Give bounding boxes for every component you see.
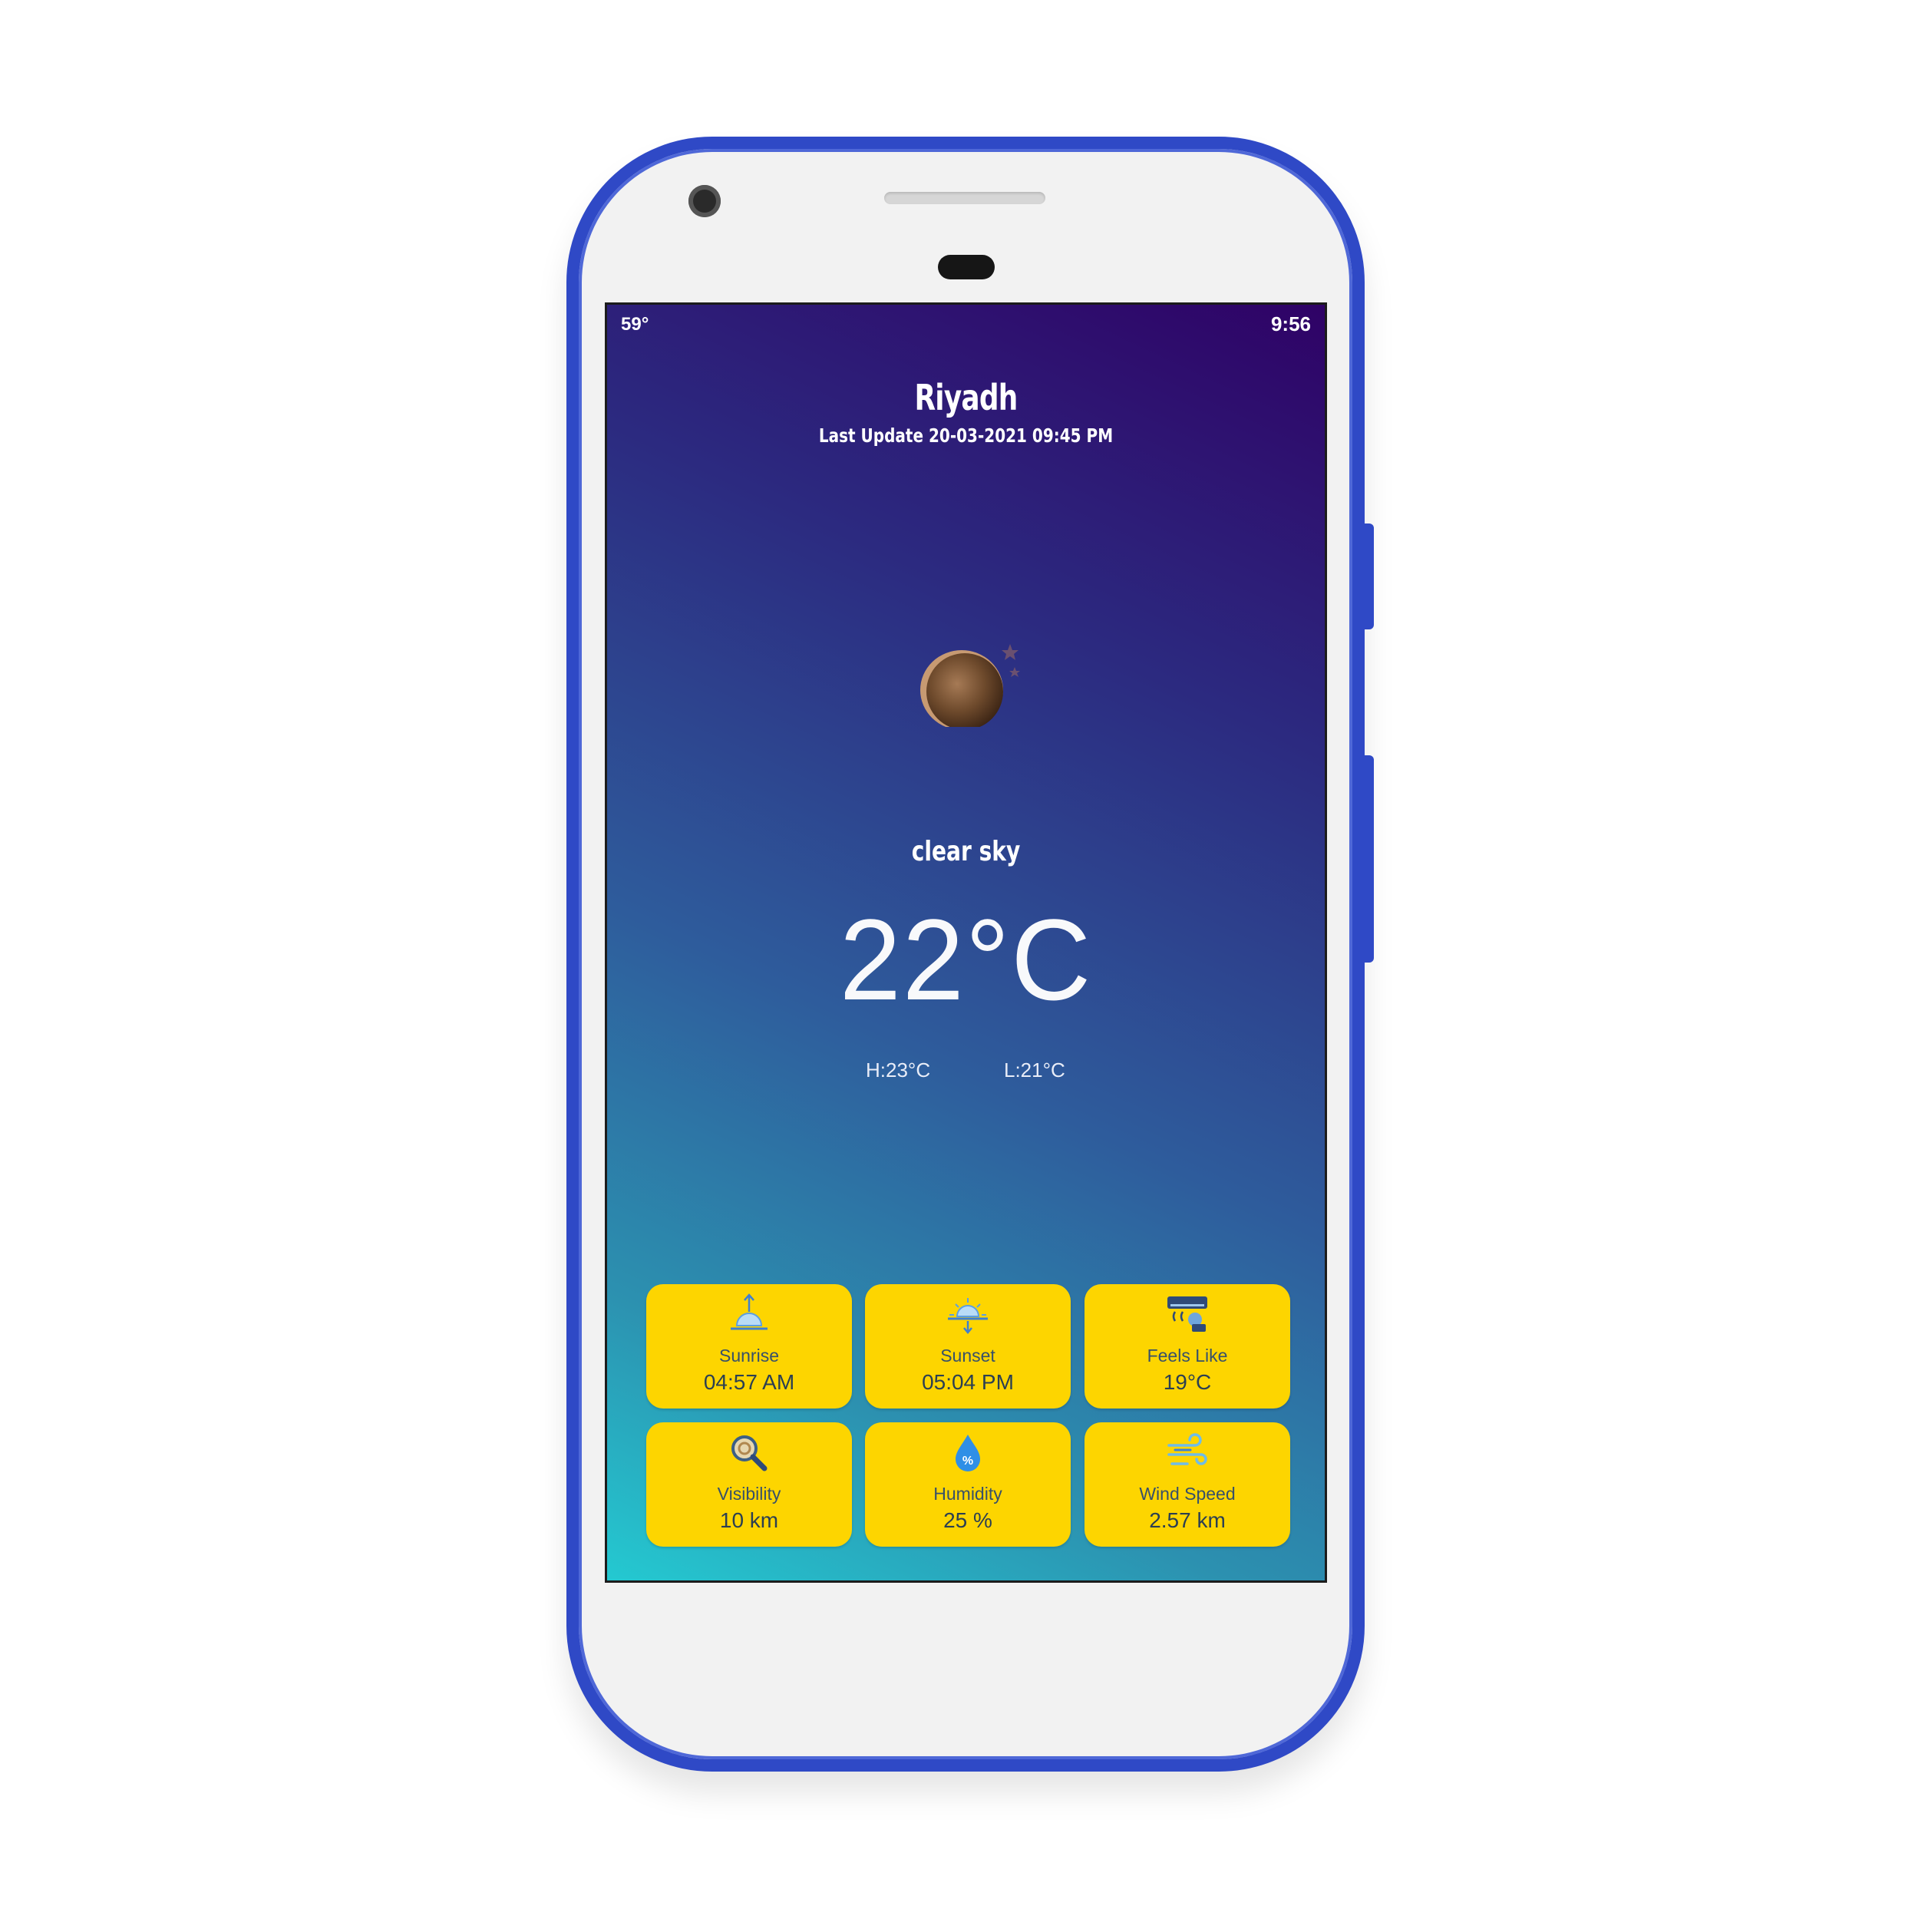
wind-speed-value: 2.57 km: [1149, 1508, 1226, 1532]
speaker-grille: [884, 192, 1045, 204]
earpiece: [938, 255, 995, 279]
volume-button: [1363, 755, 1374, 963]
visibility-label: Visibility: [717, 1484, 781, 1504]
city-name: Riyadh: [914, 377, 1018, 418]
tile-sunrise[interactable]: Sunrise 04:57 AM: [646, 1284, 852, 1409]
tile-sunset[interactable]: Sunset 05:04 PM: [865, 1284, 1071, 1409]
sunrise-value: 04:57 AM: [703, 1370, 795, 1394]
last-update: Last Update 20-03-2021 09:45 PM: [818, 424, 1114, 447]
humidity-drop-icon: %: [956, 1435, 980, 1471]
tile-visibility[interactable]: Visibility 10 km: [646, 1422, 852, 1547]
condition-text: clear sky: [911, 836, 1021, 867]
wind-speed-label: Wind Speed: [1139, 1484, 1236, 1504]
air-conditioner-icon: [1167, 1296, 1207, 1332]
sunset-label: Sunset: [940, 1346, 995, 1366]
status-clock: 9:56: [1270, 312, 1311, 335]
humidity-label: Humidity: [933, 1484, 1002, 1504]
sunrise-label: Sunrise: [719, 1346, 779, 1366]
low-temperature: L:21°C: [1004, 1058, 1065, 1082]
tile-feels-like[interactable]: Feels Like 19°C: [1084, 1284, 1290, 1409]
status-temperature: 59°: [621, 314, 649, 335]
status-bar: 59° 9:56: [607, 305, 1325, 343]
sunset-icon: [948, 1298, 988, 1334]
humidity-value: 25 %: [943, 1508, 992, 1532]
sunset-value: 05:04 PM: [922, 1370, 1014, 1394]
visibility-magnifier-icon: [731, 1435, 768, 1471]
weather-screen: 59° 9:56 Riyadh Last Update 20-03-2021 0…: [605, 302, 1327, 1583]
feels-like-value: 19°C: [1163, 1370, 1212, 1394]
tile-wind-speed[interactable]: Wind Speed 2.57 km: [1084, 1422, 1290, 1547]
sunrise-icon: [731, 1293, 768, 1330]
front-camera: [688, 185, 721, 217]
high-temperature: H:23°C: [866, 1058, 931, 1082]
wind-icon: [1167, 1433, 1207, 1465]
power-button: [1363, 523, 1374, 629]
feels-like-label: Feels Like: [1147, 1346, 1228, 1366]
tile-humidity[interactable]: % Humidity 25 %: [865, 1422, 1071, 1547]
visibility-value: 10 km: [719, 1508, 779, 1532]
current-temperature: 22°C: [839, 895, 1093, 1024]
svg-text:%: %: [962, 1455, 973, 1468]
night-clear-icon: [920, 644, 1020, 727]
